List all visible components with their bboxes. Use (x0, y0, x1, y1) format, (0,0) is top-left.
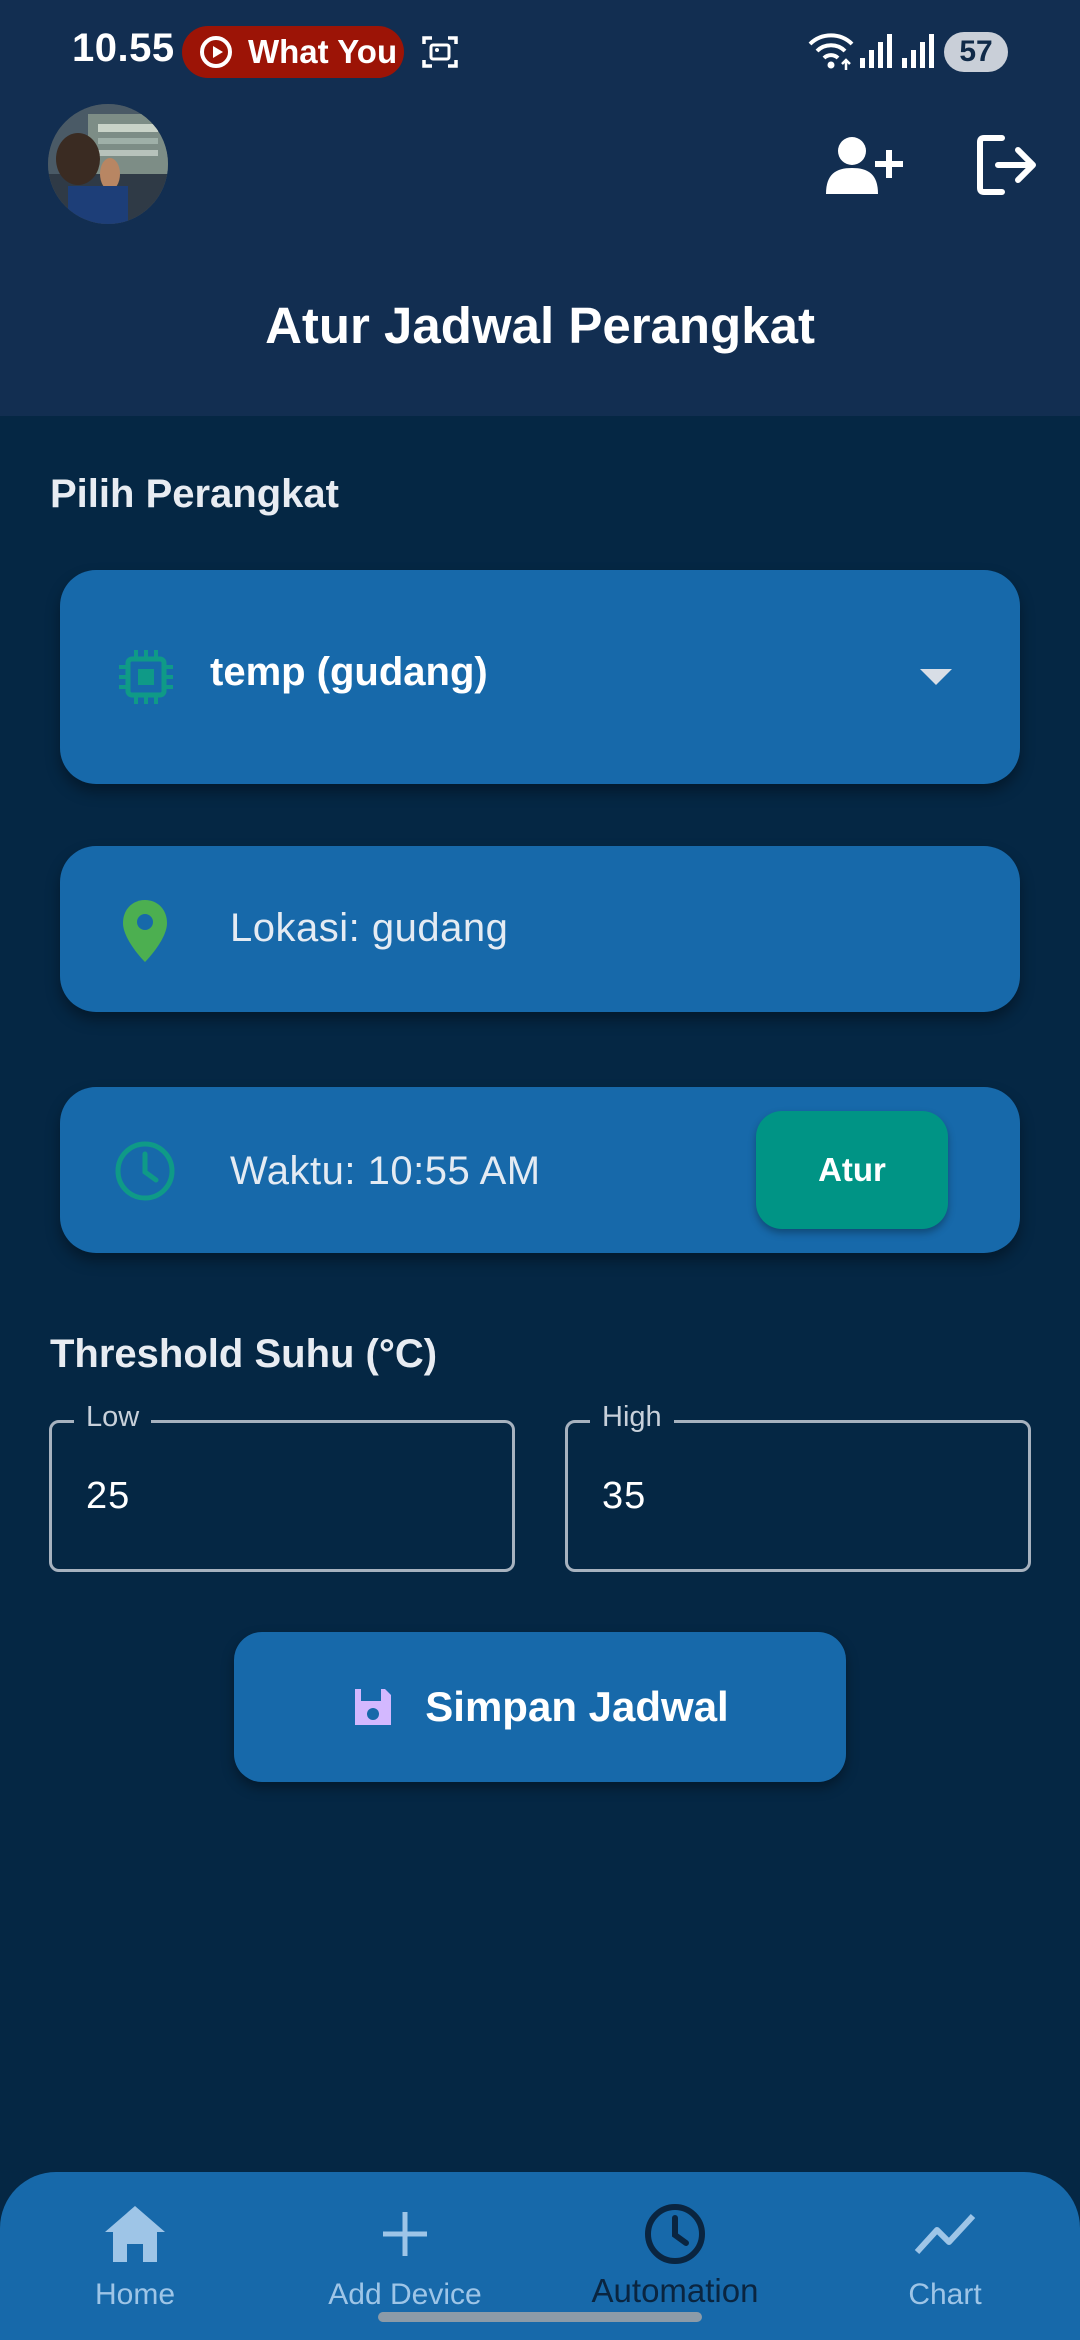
nav-label-automation: Automation (591, 2272, 759, 2309)
page-title: Atur Jadwal Perangkat (265, 297, 815, 354)
low-threshold-field[interactable]: Low 25 (49, 1401, 515, 1572)
home-icon (105, 2206, 165, 2262)
screenshot-icon (422, 36, 458, 68)
nav-item-chart[interactable]: Chart (810, 2172, 1080, 2340)
time-text: Waktu: 10:55 AM (230, 1149, 541, 1193)
device-dropdown[interactable]: temp (gudang) (60, 570, 1020, 784)
plus-icon (383, 2212, 427, 2256)
clock-icon (645, 2204, 705, 2264)
nav-label-chart: Chart (908, 2278, 982, 2311)
save-icon (355, 1689, 392, 1725)
location-text: Lokasi: gudang (230, 906, 509, 950)
clock-icon (115, 1141, 175, 1201)
battery-indicator: 57 (944, 32, 1008, 72)
low-field-label: Low (74, 1401, 152, 1434)
time-card: Waktu: 10:55 AM Atur (60, 1087, 1020, 1253)
threshold-section-label: Threshold Suhu (°C) (50, 1332, 438, 1376)
avatar-photo (48, 104, 168, 224)
youtube-music-icon (200, 36, 232, 68)
add-user-icon[interactable] (826, 136, 904, 196)
device-section-label: Pilih Perangkat (50, 472, 339, 516)
high-field-value[interactable]: 35 (602, 1475, 646, 1518)
media-pill-text: What You (248, 33, 398, 70)
avatar[interactable] (48, 104, 168, 224)
media-notification-pill[interactable]: What You (182, 26, 404, 78)
status-bar: 10.55 What You 57 (0, 0, 1080, 100)
logout-icon[interactable] (974, 132, 1040, 198)
chevron-down-icon (920, 669, 952, 685)
nav-item-home[interactable]: Home (0, 2172, 270, 2340)
nav-label-add-device: Add Device (328, 2278, 482, 2311)
chip-icon (119, 650, 173, 704)
trend-icon (914, 2213, 976, 2255)
signal-icon-2 (902, 34, 934, 68)
gesture-bar[interactable] (378, 2312, 702, 2322)
save-schedule-button[interactable]: Simpan Jadwal (234, 1632, 846, 1782)
save-button-label: Simpan Jadwal (425, 1683, 729, 1730)
location-card: Lokasi: gudang (60, 846, 1020, 1012)
nav-label-home: Home (94, 2278, 176, 2311)
location-pin-icon (123, 900, 167, 962)
selected-device: temp (gudang) (210, 650, 488, 694)
signal-icon (860, 34, 892, 68)
set-time-button[interactable]: Atur (756, 1111, 948, 1229)
high-threshold-field[interactable]: High 35 (565, 1401, 1031, 1572)
wifi-icon (808, 33, 854, 70)
low-field-value[interactable]: 25 (86, 1475, 130, 1518)
status-time: 10.55 (72, 26, 175, 70)
high-field-label: High (590, 1401, 674, 1434)
